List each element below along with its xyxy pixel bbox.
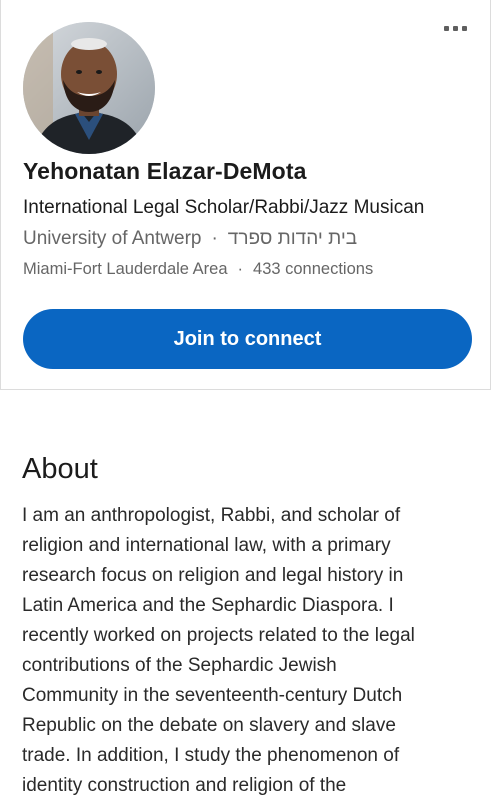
- location-row: Miami-Fort Lauderdale Area · 433 connect…: [23, 260, 373, 279]
- location-text: Miami-Fort Lauderdale Area: [23, 260, 228, 278]
- more-options-icon-dot: [461, 25, 467, 31]
- profile-photo: [23, 22, 155, 154]
- about-line: I am an anthropologist, Rabbi, and schol…: [22, 505, 401, 526]
- more-options-button[interactable]: [437, 18, 473, 38]
- about-text: I am an anthropologist, Rabbi, and schol…: [22, 501, 472, 801]
- more-options-icon: [443, 25, 449, 31]
- profile-name: Yehonatan Elazar-DeMota: [23, 158, 307, 184]
- profile-headline: International Legal Scholar/Rabbi/Jazz M…: [23, 197, 425, 218]
- education-row: University of Antwerp · בית יהדות ספרד: [23, 228, 357, 250]
- about-line: identity construction and religion of th…: [22, 775, 347, 796]
- avatar[interactable]: [23, 22, 155, 154]
- about-line: Community in the seventeenth-century Dut…: [22, 685, 403, 706]
- separator-dot: ·: [237, 260, 244, 278]
- more-options-icon-dot: [452, 25, 458, 31]
- education-link[interactable]: University of Antwerp: [23, 228, 201, 250]
- connections-count: 433 connections: [253, 260, 374, 278]
- join-to-connect-button[interactable]: Join to connect: [23, 309, 472, 369]
- organization-link[interactable]: בית יהדות ספרד: [228, 228, 357, 250]
- about-line: research focus on religion and legal his…: [22, 565, 404, 586]
- about-line: Republic on the debate on slavery and sl…: [22, 715, 396, 736]
- about-line: religion and international law, with a p…: [22, 535, 391, 556]
- about-line: recently worked on projects related to t…: [22, 625, 415, 646]
- separator-dot: ·: [211, 228, 218, 249]
- about-line: Latin America and the Sephardic Diaspora…: [22, 595, 394, 616]
- about-heading: About: [22, 453, 98, 485]
- about-line: trade. In addition, I study the phenomen…: [22, 745, 400, 766]
- profile-card: Yehonatan Elazar-DeMota International Le…: [0, 0, 491, 390]
- about-line: contributions of the Sephardic Jewish: [22, 655, 337, 676]
